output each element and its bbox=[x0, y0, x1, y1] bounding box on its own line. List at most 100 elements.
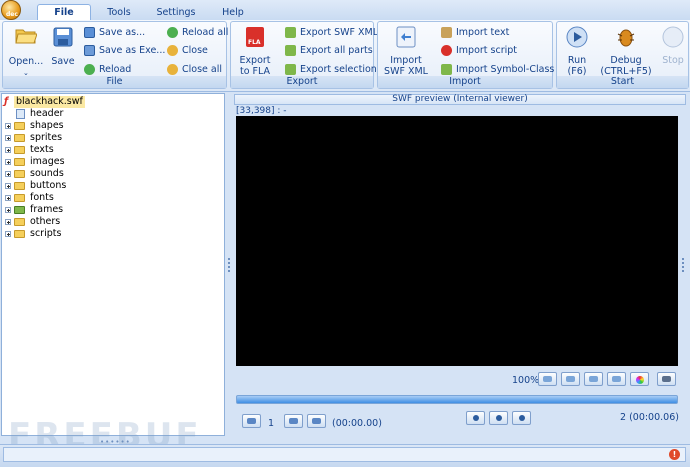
pause-button[interactable] bbox=[489, 411, 508, 425]
playback-timeline[interactable] bbox=[236, 395, 678, 404]
swf-file-icon: ƒ bbox=[4, 96, 9, 107]
expand-icon[interactable] bbox=[5, 171, 11, 177]
stop-icon bbox=[662, 26, 684, 48]
close-icon bbox=[167, 45, 178, 56]
tab-settings[interactable]: Settings bbox=[150, 5, 202, 20]
tree-item-label: sounds bbox=[30, 168, 64, 179]
open-label: Open... bbox=[8, 56, 44, 67]
import-text-icon bbox=[441, 27, 452, 38]
swf-preview-canvas[interactable] bbox=[236, 116, 678, 366]
tree-item-label: others bbox=[30, 216, 61, 227]
tab-help[interactable]: Help bbox=[215, 5, 251, 20]
expand-icon[interactable] bbox=[5, 183, 11, 189]
app-logo-text: dec bbox=[6, 11, 18, 18]
zoom-reset-icon bbox=[612, 376, 621, 382]
snapshot-button[interactable] bbox=[657, 372, 676, 386]
expand-icon[interactable] bbox=[5, 147, 11, 153]
reload-label: Reload bbox=[99, 64, 132, 75]
stop-label: Stop bbox=[662, 55, 684, 66]
stop-button[interactable]: Stop bbox=[659, 26, 687, 76]
save-label: Save bbox=[51, 56, 75, 67]
folder-icon bbox=[14, 182, 25, 190]
folder-icon bbox=[14, 134, 25, 142]
start-group: Run (F6) Debug (CTRL+F5) Stop Start bbox=[556, 21, 689, 89]
save-as-icon bbox=[84, 27, 95, 38]
save-as-label: Save as... bbox=[99, 27, 146, 38]
expand-icon[interactable] bbox=[5, 207, 11, 213]
color-picker-button[interactable] bbox=[630, 372, 649, 386]
pane-splitter-handle[interactable] bbox=[228, 258, 231, 276]
last-frame-button[interactable] bbox=[307, 414, 326, 428]
play-icon bbox=[566, 26, 588, 48]
export-group: FLA Export to FLA Export SWF XML Export … bbox=[230, 21, 378, 89]
reload-all-icon bbox=[167, 27, 178, 38]
export-group-title: Export bbox=[231, 76, 373, 88]
export-all-icon bbox=[285, 45, 296, 56]
header-icon bbox=[16, 109, 25, 119]
file-group: Open... ⌄ Save Save as... Save as Exe...… bbox=[2, 21, 229, 89]
app-logo[interactable]: dec bbox=[1, 0, 21, 20]
close-all-icon bbox=[167, 64, 178, 75]
tab-file[interactable]: File bbox=[37, 4, 91, 21]
zoom-out-button[interactable] bbox=[561, 372, 580, 386]
zoom-reset-button[interactable] bbox=[607, 372, 626, 386]
import-xml-icon bbox=[396, 26, 416, 48]
expand-icon[interactable] bbox=[5, 231, 11, 237]
folder-icon bbox=[14, 146, 25, 154]
zoom-in-button[interactable] bbox=[538, 372, 557, 386]
zoom-fit-button[interactable] bbox=[584, 372, 603, 386]
expand-icon[interactable] bbox=[5, 195, 11, 201]
zoom-fit-icon bbox=[589, 376, 598, 382]
fla-file-icon: FLA bbox=[245, 26, 265, 48]
zoom-out-icon bbox=[566, 376, 575, 382]
font-folder-icon bbox=[14, 194, 25, 202]
import-swf-xml-button[interactable]: Import SWF XML bbox=[382, 26, 430, 77]
forward-icon bbox=[289, 418, 298, 424]
error-icon[interactable]: ! bbox=[669, 449, 680, 460]
tree-item-label: sprites bbox=[30, 132, 63, 143]
reload-icon bbox=[84, 64, 95, 75]
tree-item-label: buttons bbox=[30, 180, 67, 191]
bug-icon bbox=[616, 26, 636, 48]
reload-all-label: Reload all bbox=[182, 27, 229, 38]
open-button[interactable]: Open... ⌄ bbox=[7, 26, 45, 78]
right-splitter-handle[interactable] bbox=[682, 258, 685, 276]
debug-button[interactable]: Debug (CTRL+F5) bbox=[597, 26, 655, 77]
pause-icon bbox=[496, 415, 502, 421]
folder-icon bbox=[14, 218, 25, 226]
tree-item-label: scripts bbox=[30, 228, 62, 239]
loop-button[interactable] bbox=[512, 411, 531, 425]
export-selection-label: Export selection bbox=[300, 64, 377, 75]
expand-icon[interactable] bbox=[5, 123, 11, 129]
current-time: (00:00.00) bbox=[332, 418, 382, 429]
run-button[interactable]: Run (F6) bbox=[560, 26, 594, 77]
frame-number: 1 bbox=[268, 418, 275, 429]
save-as-exe-label: Save as Exe... bbox=[99, 45, 166, 56]
folder-open-icon bbox=[15, 26, 38, 44]
expand-icon[interactable] bbox=[5, 159, 11, 165]
expand-icon[interactable] bbox=[5, 135, 11, 141]
prev-frame-button[interactable] bbox=[242, 414, 261, 428]
total-frames: 2 (00:00.06) bbox=[620, 412, 679, 423]
play-button[interactable] bbox=[466, 411, 485, 425]
play-icon bbox=[473, 415, 479, 421]
resource-tree[interactable]: ƒ blackhack.swf header shapes sprites te… bbox=[1, 93, 225, 436]
tree-root[interactable]: ƒ blackhack.swf bbox=[2, 96, 222, 108]
export-swf-xml-label: Export SWF XML bbox=[300, 27, 379, 38]
folder-icon bbox=[14, 230, 25, 238]
camera-icon bbox=[662, 376, 671, 382]
color-wheel-icon bbox=[636, 376, 644, 384]
last-frame-icon bbox=[312, 418, 321, 424]
save-button[interactable]: Save bbox=[49, 26, 77, 78]
tab-tools[interactable]: Tools bbox=[97, 5, 141, 20]
run-label-1: Run bbox=[567, 55, 587, 66]
rewind-icon bbox=[247, 418, 256, 424]
import-swf-xml-label-1: Import bbox=[390, 55, 422, 66]
ribbon: Open... ⌄ Save Save as... Save as Exe...… bbox=[0, 20, 690, 92]
export-to-fla-button[interactable]: FLA Export to FLA bbox=[235, 26, 275, 77]
expand-icon[interactable] bbox=[5, 219, 11, 225]
close-all-label: Close all bbox=[182, 64, 222, 75]
save-exe-icon bbox=[84, 45, 95, 56]
next-frame-button[interactable] bbox=[284, 414, 303, 428]
export-all-parts-label: Export all parts bbox=[300, 45, 373, 56]
